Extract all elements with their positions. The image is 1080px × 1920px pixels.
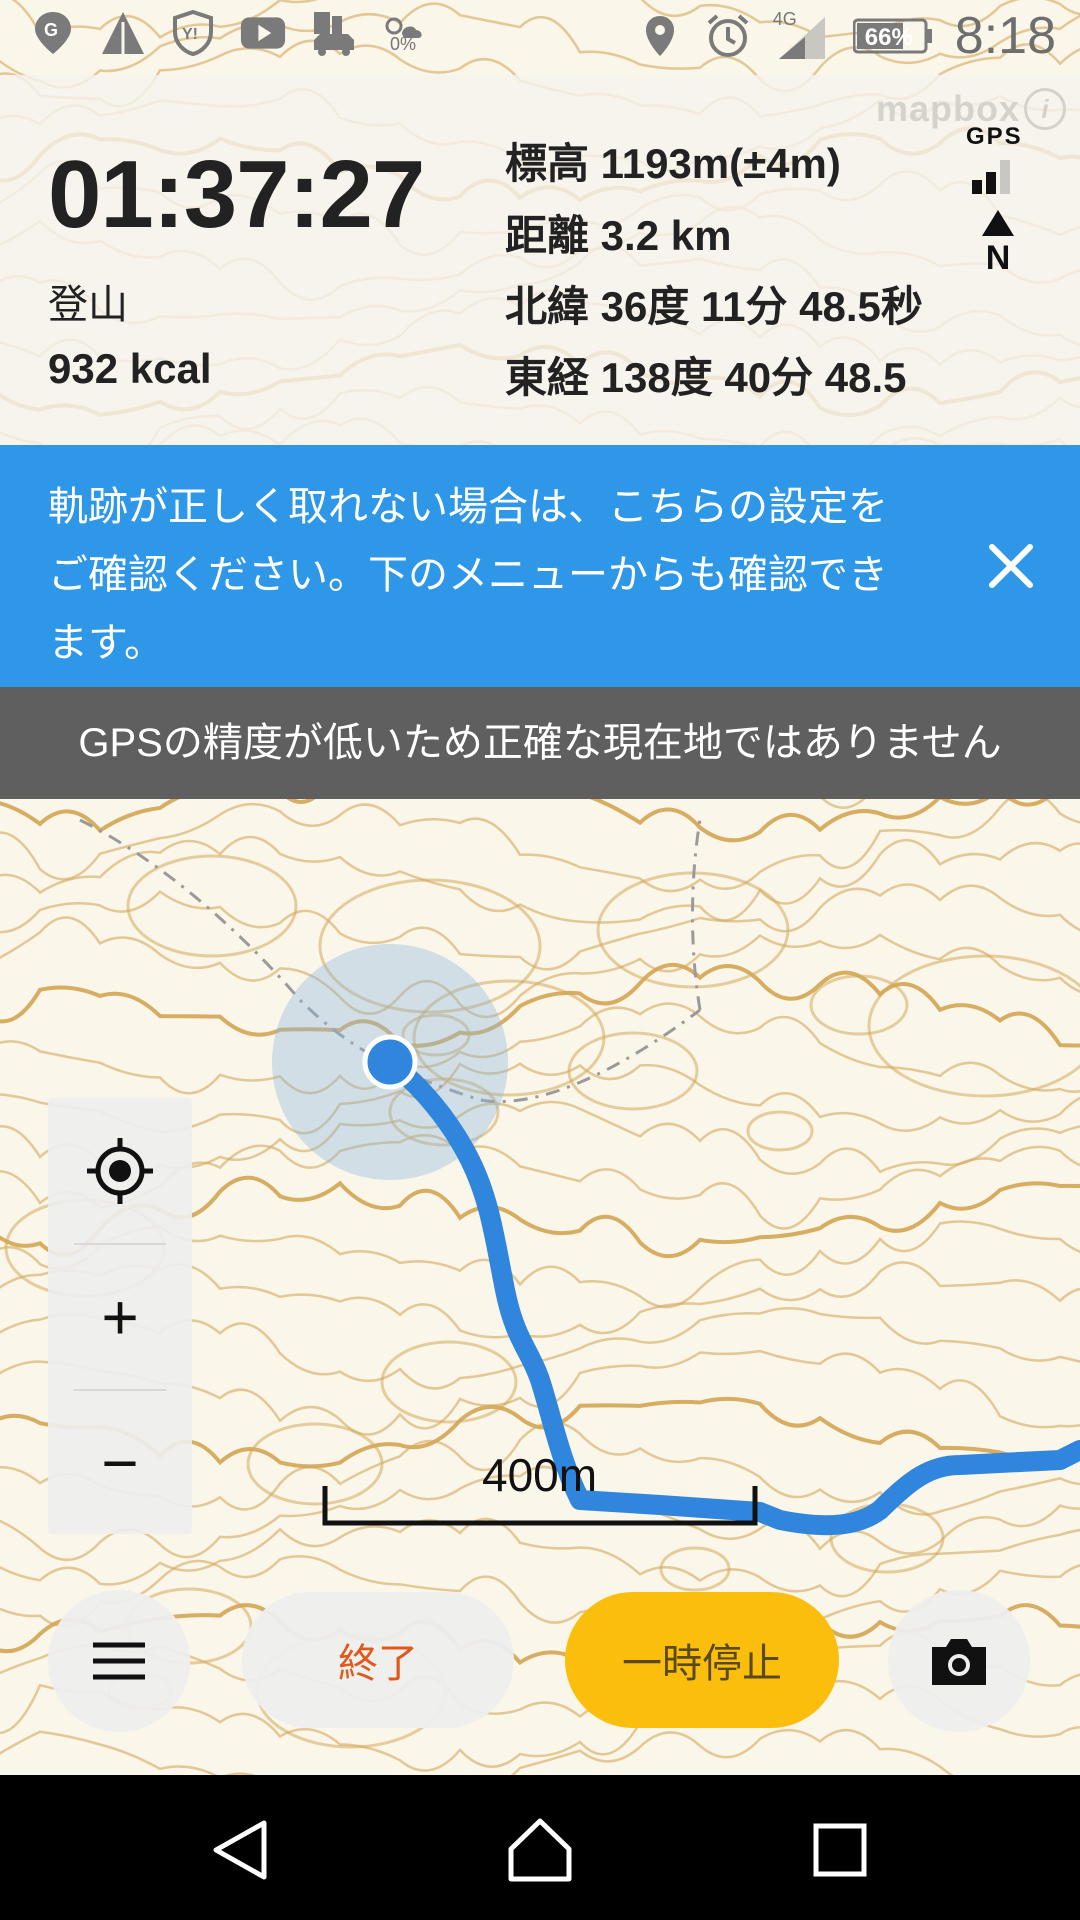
gps-label: GPS <box>966 123 1023 150</box>
camera-button[interactable] <box>888 1590 1030 1732</box>
menu-button[interactable] <box>48 1590 190 1732</box>
alarm-icon <box>705 13 751 59</box>
calories: 932 kcal <box>48 345 212 392</box>
track-settings-banner[interactable]: 軌跡が正しく取れない場合は、こちらの設定をご確認ください。下のメニューからも確認… <box>0 445 1080 687</box>
weather-icon: 0% <box>380 10 426 56</box>
location-pin-icon <box>637 13 683 59</box>
battery-icon: 66% <box>852 13 933 59</box>
scale-label: 400m <box>482 1449 598 1501</box>
hamburger-icon <box>93 1642 145 1680</box>
crosshair-icon <box>87 1137 153 1204</box>
current-location-dot <box>362 1034 418 1090</box>
car-traffic-icon <box>310 10 356 56</box>
gps-accuracy-warning: GPSの精度が低いため正確な現在地ではありません <box>0 687 1080 799</box>
altitude: 標高 1193m(±4m) <box>505 140 841 187</box>
longitude: 東経 138度 40分 48.5 <box>505 354 907 401</box>
gps-signal-icon <box>972 160 1010 194</box>
locate-button[interactable] <box>48 1098 192 1243</box>
activity-type: 登山 <box>48 283 128 327</box>
triangle-app-icon <box>100 10 146 56</box>
maps-icon: G <box>30 10 76 56</box>
svg-text:G: G <box>44 20 58 40</box>
pause-button[interactable]: 一時停止 <box>565 1592 839 1728</box>
zoom-in-button[interactable]: + <box>48 1244 192 1389</box>
youtube-icon <box>240 10 286 56</box>
latitude: 北緯 36度 11分 48.5秒 <box>505 283 923 330</box>
map-controls: + − <box>48 1098 192 1534</box>
navigation-bar <box>0 1775 1080 1920</box>
compass-north-icon[interactable]: N <box>978 208 1018 275</box>
close-icon[interactable] <box>982 537 1040 595</box>
recents-icon[interactable] <box>795 1805 885 1895</box>
end-button[interactable]: 終了 <box>242 1592 514 1728</box>
svg-text:Y!: Y! <box>182 26 198 43</box>
map-info-icon[interactable]: i <box>1024 88 1066 130</box>
signal-icon: 4G <box>773 9 831 59</box>
back-icon[interactable] <box>196 1805 286 1895</box>
camera-icon <box>932 1639 986 1685</box>
banner-message[interactable]: 軌跡が正しく取れない場合は、こちらの設定をご確認ください。下のメニューからも確認… <box>48 473 908 677</box>
elapsed-time: 01:37:27 <box>48 141 425 248</box>
zoom-out-button[interactable]: − <box>48 1390 192 1535</box>
clock: 8:18 <box>954 7 1056 65</box>
yahoo-shield-icon: Y! <box>170 10 216 56</box>
status-bar: G Y! 0% 4G 66% 8:18 <box>0 0 1080 75</box>
home-icon[interactable] <box>495 1805 585 1895</box>
distance: 距離 3.2 km <box>505 212 732 259</box>
